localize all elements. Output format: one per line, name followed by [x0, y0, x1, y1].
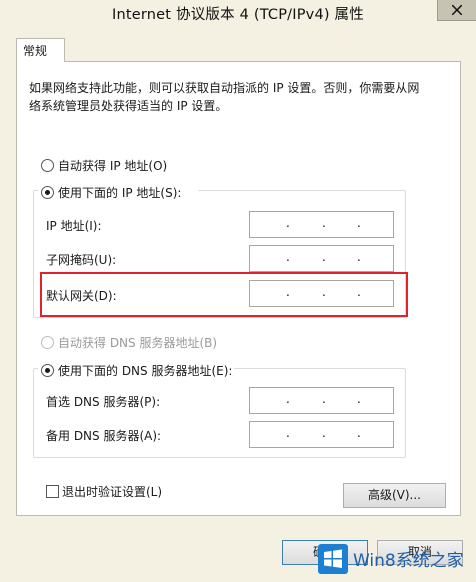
ip-address-label: IP 地址(I): [46, 219, 102, 233]
close-button[interactable] [437, 0, 476, 21]
tab-general-label: 常规 [23, 44, 48, 58]
subnet-mask-input[interactable]: ... [249, 245, 394, 272]
windows-logo-icon [318, 544, 348, 574]
tab-general[interactable]: 常规 [16, 38, 65, 62]
gateway-highlight-box [40, 272, 408, 317]
advanced-button[interactable]: 高级(V)... [343, 483, 446, 508]
auto-ip-radio[interactable] [41, 159, 54, 172]
manual-ip-radio[interactable] [41, 186, 54, 199]
preferred-dns-input[interactable]: ... [249, 387, 394, 414]
ip-address-input[interactable]: ... [249, 211, 394, 238]
alternate-dns-label: 备用 DNS 服务器(A): [46, 429, 162, 443]
close-icon [452, 5, 462, 15]
auto-dns-label: 自动获得 DNS 服务器地址(B) [58, 336, 218, 350]
manual-ip-label: 使用下面的 IP 地址(S): [58, 186, 182, 200]
validate-on-exit-label: 退出时验证设置(L) [62, 485, 163, 499]
description-line-2: 络系统管理员处获得适当的 IP 设置。 [29, 99, 228, 113]
preferred-dns-label: 首选 DNS 服务器(P): [46, 395, 161, 409]
validate-on-exit-checkbox[interactable] [46, 485, 59, 498]
alternate-dns-input[interactable]: ... [249, 421, 394, 448]
title-bar: Internet 协议版本 4 (TCP/IPv4) 属性 [0, 0, 476, 30]
watermark-text: Win8系统之家 [353, 551, 464, 571]
auto-dns-radio[interactable] [41, 336, 54, 349]
manual-dns-label: 使用下面的 DNS 服务器地址(E): [58, 364, 233, 378]
manual-dns-radio[interactable] [41, 364, 54, 377]
subnet-mask-label: 子网掩码(U): [46, 253, 117, 267]
description-line-1: 如果网络支持此功能，则可以获取自动指派的 IP 设置。否则，你需要从网 [29, 81, 420, 95]
window-title: Internet 协议版本 4 (TCP/IPv4) 属性 [112, 7, 364, 23]
auto-ip-label: 自动获得 IP 地址(O) [58, 159, 168, 173]
